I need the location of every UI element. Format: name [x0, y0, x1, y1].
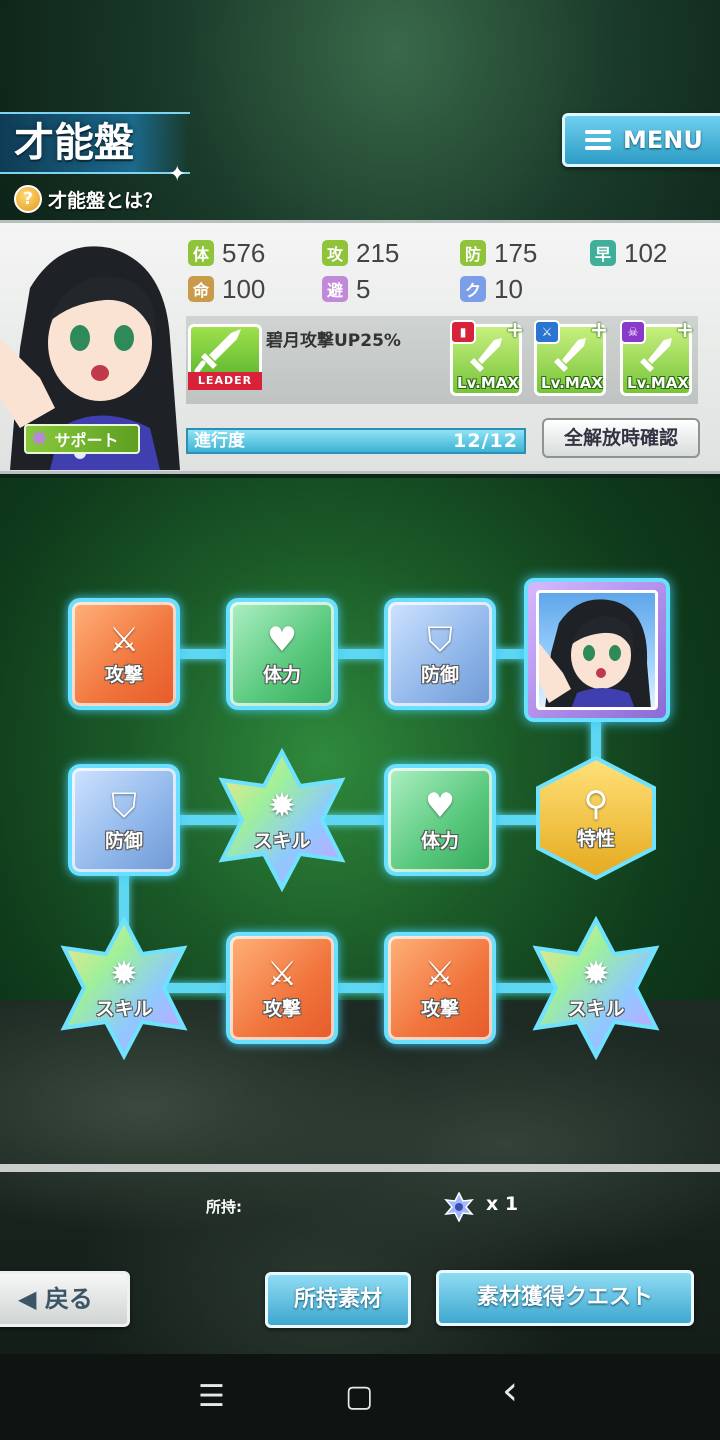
node-label: 特性 — [576, 827, 615, 850]
node-label: スキル — [253, 829, 311, 852]
node-content: ✹ スキル — [68, 932, 180, 1044]
node-tile: ⚔ 攻撃 — [384, 932, 496, 1044]
recent-apps-icon[interactable]: ☰ — [198, 1382, 225, 1412]
sword-icon: ⚔ — [424, 953, 456, 994]
divider — [0, 1164, 720, 1172]
node-skill-r3c4[interactable]: ✹ スキル — [532, 916, 660, 1060]
node-tile: ⛉ 防御 — [384, 598, 496, 710]
node-label: 攻撃 — [420, 997, 459, 1020]
node-label: 防御 — [420, 663, 459, 686]
node-label: 攻撃 — [262, 997, 301, 1020]
node-content: ⚲ 特性 — [540, 762, 652, 874]
board-link-row2 — [124, 815, 596, 825]
node-label: スキル — [567, 997, 625, 1020]
node-tile: ♥ 体力 — [226, 598, 338, 710]
node-attack-r1c1[interactable]: ⚔ 攻撃 — [68, 598, 180, 710]
material-quest-button[interactable]: 素材獲得クエスト — [436, 1270, 694, 1326]
node-label: 体力 — [420, 829, 459, 852]
node-tile: ⚔ 攻撃 — [68, 598, 180, 710]
node-label: 防御 — [104, 829, 143, 852]
node-hp-r2c3[interactable]: ♥ 体力 — [384, 764, 496, 876]
heart-icon: ♥ — [266, 619, 298, 660]
owned-count: x 1 — [486, 1193, 519, 1215]
node-label: スキル — [95, 997, 153, 1020]
character-card-image — [536, 590, 658, 710]
node-tile: ⚔ 攻撃 — [226, 932, 338, 1044]
back-label: 戻る — [44, 1285, 93, 1313]
keyhole-icon: ⚲ — [583, 783, 609, 824]
owned-label: 所持: — [206, 1198, 242, 1216]
burst-icon: ✹ — [581, 953, 611, 994]
node-label: 体力 — [262, 663, 301, 686]
node-content: ✹ スキル — [226, 764, 338, 876]
node-label: 攻撃 — [104, 663, 143, 686]
node-content: ✹ スキル — [540, 932, 652, 1044]
home-icon[interactable]: ▢ — [345, 1382, 373, 1412]
crystal-material-icon — [444, 1192, 474, 1222]
node-tile: ♥ 体力 — [384, 764, 496, 876]
nav-back-icon[interactable]: ‹ — [502, 1371, 518, 1411]
node-character-portrait[interactable] — [524, 578, 670, 722]
talent-board: ⚔ 攻撃 ♥ 体力 ⛉ 防御 ⛉ 防御 ✹ スキル ♥ 体力 ⚲ 特性 ✹ スキ… — [0, 0, 720, 1440]
node-defense-r2c1[interactable]: ⛉ 防御 — [68, 764, 180, 876]
node-skill-r3c1[interactable]: ✹ スキル — [60, 916, 188, 1060]
node-skill-r2c2[interactable]: ✹ スキル — [218, 748, 346, 892]
node-trait-r2c4[interactable]: ⚲ 特性 — [536, 755, 656, 881]
node-attack-r3c3[interactable]: ⚔ 攻撃 — [384, 932, 496, 1044]
back-button[interactable]: ◀ 戻る — [0, 1271, 130, 1327]
sword-icon: ⚔ — [108, 619, 140, 660]
node-defense-r1c3[interactable]: ⛉ 防御 — [384, 598, 496, 710]
burst-icon: ✹ — [267, 785, 297, 826]
sword-icon: ⚔ — [266, 953, 298, 994]
owned-materials-button[interactable]: 所持素材 — [265, 1272, 411, 1328]
node-tile: ⛉ 防御 — [68, 764, 180, 876]
node-hp-r1c2[interactable]: ♥ 体力 — [226, 598, 338, 710]
shield-icon: ⛉ — [427, 619, 453, 660]
shield-icon: ⛉ — [111, 785, 137, 826]
back-arrow-icon: ◀ — [18, 1285, 45, 1313]
burst-icon: ✹ — [109, 953, 139, 994]
node-attack-r3c2[interactable]: ⚔ 攻撃 — [226, 932, 338, 1044]
heart-icon: ♥ — [424, 785, 456, 826]
